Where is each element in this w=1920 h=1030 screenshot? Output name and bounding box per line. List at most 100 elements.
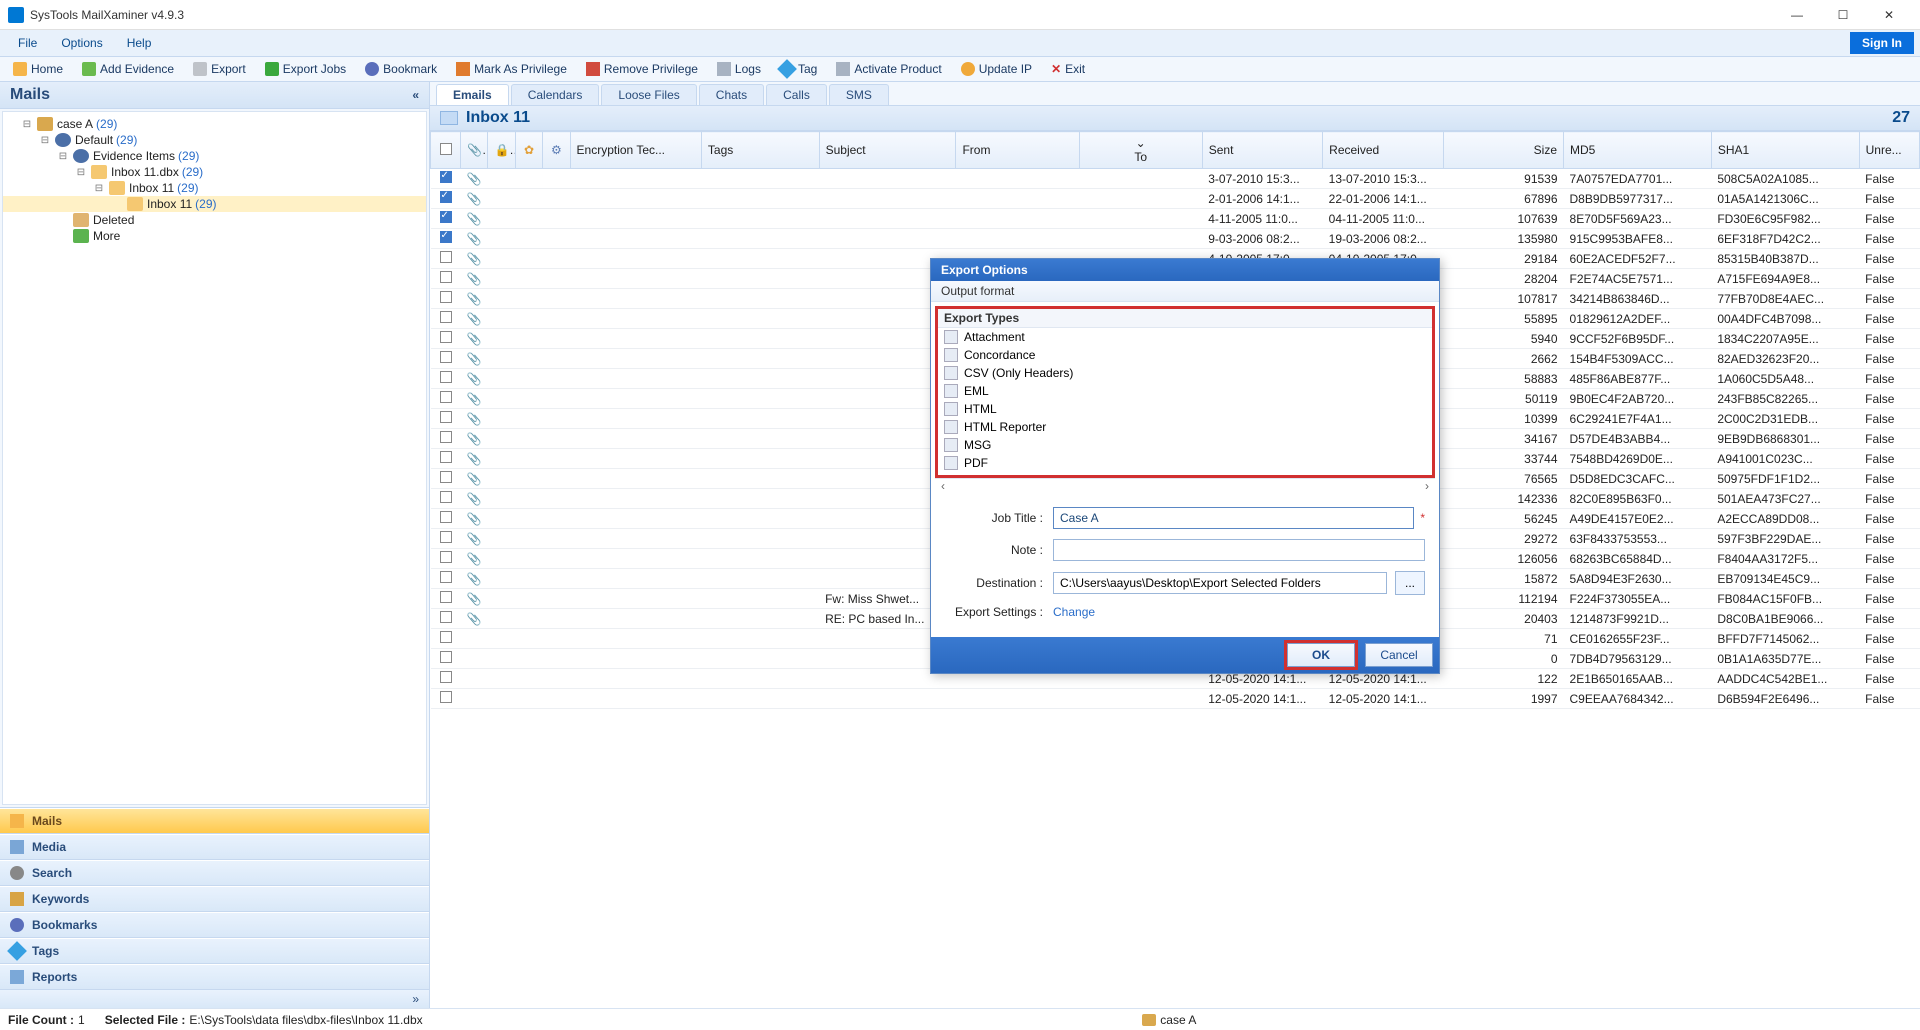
nav-item-bookmarks[interactable]: Bookmarks <box>0 912 429 938</box>
row-checkbox[interactable] <box>440 551 452 563</box>
column-header[interactable] <box>431 132 461 169</box>
column-header[interactable]: ⚙ <box>543 132 570 169</box>
row-checkbox[interactable] <box>440 611 452 623</box>
nav-item-tags[interactable]: Tags <box>0 938 429 964</box>
bookmark-button[interactable]: Bookmark <box>356 59 446 79</box>
update-ip-button[interactable]: Update IP <box>952 59 1041 79</box>
row-checkbox[interactable] <box>440 331 452 343</box>
add-evidence-button[interactable]: Add Evidence <box>73 59 183 79</box>
row-checkbox[interactable] <box>440 311 452 323</box>
activate-button[interactable]: Activate Product <box>827 59 950 79</box>
export-type-msg[interactable]: MSG <box>938 436 1432 454</box>
column-header[interactable]: Size <box>1443 132 1563 169</box>
maximize-button[interactable]: ☐ <box>1820 0 1866 30</box>
remove-privilege-button[interactable]: Remove Privilege <box>577 59 707 79</box>
change-settings-link[interactable]: Change <box>1053 605 1095 619</box>
tree-toggle-icon[interactable]: ⊟ <box>75 167 87 178</box>
table-row[interactable]: 12-05-2020 14:1...12-05-2020 14:1...1997… <box>431 689 1920 709</box>
column-header[interactable]: 🔒 <box>488 132 515 169</box>
column-header[interactable]: ✿ <box>515 132 542 169</box>
destination-input[interactable] <box>1053 572 1387 594</box>
tree-toggle-icon[interactable]: ⊟ <box>39 135 51 146</box>
table-row[interactable]: 📎3-07-2010 15:3...13-07-2010 15:3...9153… <box>431 169 1920 189</box>
nav-item-keywords[interactable]: Keywords <box>0 886 429 912</box>
column-header[interactable]: MD5 <box>1564 132 1712 169</box>
row-checkbox[interactable] <box>440 211 452 223</box>
tab-loose-files[interactable]: Loose Files <box>601 84 696 105</box>
mark-privilege-button[interactable]: Mark As Privilege <box>447 59 576 79</box>
row-checkbox[interactable] <box>440 431 452 443</box>
export-type-html[interactable]: HTML <box>938 400 1432 418</box>
row-checkbox[interactable] <box>440 671 452 683</box>
column-header[interactable]: ⌄To <box>1079 132 1202 169</box>
tab-chats[interactable]: Chats <box>699 84 764 105</box>
row-checkbox[interactable] <box>440 691 452 703</box>
nav-item-search[interactable]: Search <box>0 860 429 886</box>
menu-file[interactable]: File <box>6 33 49 53</box>
close-button[interactable]: ✕ <box>1866 0 1912 30</box>
column-header[interactable]: Sent <box>1202 132 1322 169</box>
row-checkbox[interactable] <box>440 511 452 523</box>
row-checkbox[interactable] <box>440 451 452 463</box>
cancel-button[interactable]: Cancel <box>1365 643 1433 667</box>
tree-toggle-icon[interactable]: ⊟ <box>93 183 105 194</box>
row-checkbox[interactable] <box>440 191 452 203</box>
row-checkbox[interactable] <box>440 171 452 183</box>
nav-item-media[interactable]: Media <box>0 834 429 860</box>
tab-sms[interactable]: SMS <box>829 84 889 105</box>
row-checkbox[interactable] <box>440 591 452 603</box>
home-button[interactable]: Home <box>4 59 72 79</box>
tree-node[interactable]: ⊟case A(29) <box>3 116 426 132</box>
menu-options[interactable]: Options <box>49 33 114 53</box>
row-checkbox[interactable] <box>440 251 452 263</box>
nav-more-button[interactable]: » <box>0 990 429 1008</box>
column-header[interactable]: SHA1 <box>1711 132 1859 169</box>
tree-toggle-icon[interactable]: ⊟ <box>57 151 69 162</box>
logs-button[interactable]: Logs <box>708 59 770 79</box>
row-checkbox[interactable] <box>440 411 452 423</box>
export-type-pdf[interactable]: PDF <box>938 454 1432 472</box>
row-checkbox[interactable] <box>440 531 452 543</box>
row-checkbox[interactable] <box>440 571 452 583</box>
table-row[interactable]: 📎4-11-2005 11:0...04-11-2005 11:0...1076… <box>431 209 1920 229</box>
column-header[interactable]: Received <box>1323 132 1443 169</box>
row-checkbox[interactable] <box>440 471 452 483</box>
tree-node[interactable]: ⊟Inbox 11.dbx(29) <box>3 164 426 180</box>
column-header[interactable]: 📎 <box>461 132 488 169</box>
nav-item-reports[interactable]: Reports <box>0 964 429 990</box>
row-checkbox[interactable] <box>440 491 452 503</box>
tree-node[interactable]: Inbox 11(29) <box>3 196 426 212</box>
export-type-concordance[interactable]: Concordance <box>938 346 1432 364</box>
column-header[interactable]: Unre... <box>1859 132 1919 169</box>
column-header[interactable]: Encryption Tec... <box>570 132 701 169</box>
row-checkbox[interactable] <box>440 651 452 663</box>
row-checkbox[interactable] <box>440 371 452 383</box>
export-type-html-reporter[interactable]: HTML Reporter <box>938 418 1432 436</box>
tab-calls[interactable]: Calls <box>766 84 827 105</box>
browse-button[interactable]: ... <box>1395 571 1425 595</box>
tab-emails[interactable]: Emails <box>436 84 509 105</box>
row-checkbox[interactable] <box>440 231 452 243</box>
tree-node[interactable]: ⊟Default(29) <box>3 132 426 148</box>
row-checkbox[interactable] <box>440 271 452 283</box>
job-title-input[interactable] <box>1053 507 1414 529</box>
tree-toggle-icon[interactable]: ⊟ <box>21 119 33 130</box>
column-header[interactable]: Tags <box>701 132 819 169</box>
column-header[interactable]: From <box>956 132 1079 169</box>
minimize-button[interactable]: — <box>1774 0 1820 30</box>
signin-button[interactable]: Sign In <box>1850 32 1914 54</box>
table-row[interactable]: 📎9-03-2006 08:2...19-03-2006 08:2...1359… <box>431 229 1920 249</box>
select-all-checkbox[interactable] <box>440 143 452 155</box>
h-scrollbar[interactable]: ‹› <box>935 478 1435 493</box>
tree-node[interactable]: ⊟Evidence Items(29) <box>3 148 426 164</box>
ok-button[interactable]: OK <box>1287 643 1355 667</box>
table-row[interactable]: 📎2-01-2006 14:1...22-01-2006 14:1...6789… <box>431 189 1920 209</box>
tree-node[interactable]: Deleted <box>3 212 426 228</box>
column-header[interactable]: Subject <box>819 132 956 169</box>
export-type-eml[interactable]: EML <box>938 382 1432 400</box>
row-checkbox[interactable] <box>440 291 452 303</box>
tab-calendars[interactable]: Calendars <box>511 84 600 105</box>
export-types-list[interactable]: Export Types AttachmentConcordanceCSV (O… <box>935 306 1435 478</box>
export-type-attachment[interactable]: Attachment <box>938 328 1432 346</box>
nav-item-mails[interactable]: Mails <box>0 808 429 834</box>
